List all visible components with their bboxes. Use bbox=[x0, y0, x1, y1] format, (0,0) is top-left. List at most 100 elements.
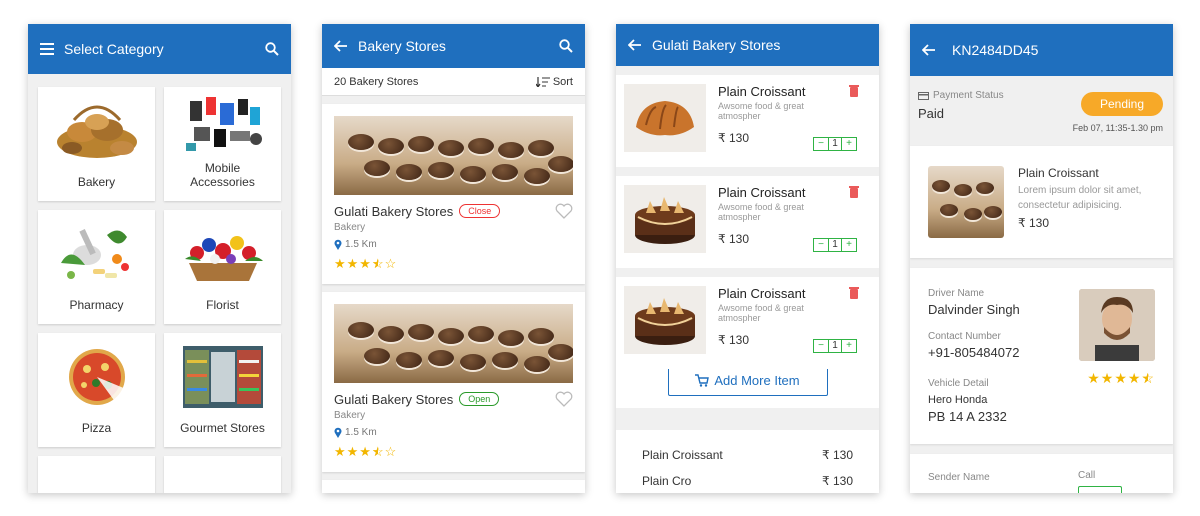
star-rating: ★★★☆★☆ bbox=[334, 256, 398, 271]
product-image bbox=[928, 166, 1004, 238]
mobile-accessories-image bbox=[164, 87, 281, 161]
store-count: 20 Bakery Stores bbox=[334, 75, 419, 88]
cart-item: Plain Croissant Awsome food & great atmo… bbox=[616, 277, 879, 369]
product-desc: Awsome food & great atmospher bbox=[718, 101, 804, 121]
status-badge: Pending bbox=[1081, 92, 1163, 116]
product-name: Plain Croissant bbox=[1018, 166, 1099, 180]
category-partial-1[interactable] bbox=[38, 456, 155, 493]
add-more-item-button[interactable]: Add More Item bbox=[667, 365, 828, 396]
product-image bbox=[624, 286, 706, 354]
sort-icon bbox=[535, 76, 550, 87]
status-badge: Close bbox=[459, 204, 501, 218]
cart-item: Plain Croissant Awsome food & great atmo… bbox=[616, 75, 879, 167]
quantity-stepper: − 1 + bbox=[813, 137, 857, 151]
pharmacy-image bbox=[38, 210, 155, 298]
category-pizza[interactable]: Pizza bbox=[38, 333, 155, 447]
category-partial-2[interactable] bbox=[164, 456, 281, 493]
page-title: Select Category bbox=[64, 41, 164, 57]
category-bakery[interactable]: Bakery bbox=[38, 87, 155, 201]
decrease-button[interactable]: − bbox=[814, 340, 828, 352]
back-arrow-icon[interactable] bbox=[628, 39, 642, 51]
summary-item-name: Plain Cro bbox=[642, 474, 692, 488]
trash-icon[interactable] bbox=[849, 186, 859, 198]
quantity-value: 1 bbox=[828, 239, 842, 251]
cart-add-icon bbox=[695, 374, 710, 387]
quantity-value: 1 bbox=[828, 138, 842, 150]
bakery-image bbox=[38, 87, 155, 175]
category-grid: Bakery Mobile Accessories Pharmacy Flori… bbox=[28, 74, 291, 493]
product-price: ₹ 130 bbox=[1018, 216, 1049, 230]
summary-item-name: Plain Croissant bbox=[642, 448, 723, 462]
florist-image bbox=[164, 210, 281, 298]
driver-card: Driver Name Dalvinder Singh Contact Numb… bbox=[910, 268, 1173, 444]
increase-button[interactable]: + bbox=[842, 340, 856, 352]
increase-button[interactable]: + bbox=[842, 138, 856, 150]
heart-icon[interactable] bbox=[555, 203, 573, 219]
cart-item: Plain Croissant Awsome food & great atmo… bbox=[616, 176, 879, 268]
category-label: Gourmet Stores bbox=[180, 421, 265, 435]
store-card-partial[interactable] bbox=[322, 480, 585, 493]
product-desc: Lorem ipsum dolor sit amet, consectetur … bbox=[1018, 185, 1142, 211]
product-card: Plain Croissant Lorem ipsum dolor sit am… bbox=[910, 146, 1173, 258]
driver-avatar bbox=[1079, 289, 1155, 361]
category-label: Bakery bbox=[77, 175, 116, 189]
call-label: Call bbox=[1078, 470, 1096, 481]
store-banner-image bbox=[334, 116, 573, 195]
order-datetime: Feb 07, 11:35-1.30 pm bbox=[1072, 123, 1163, 133]
store-distance-row: 1.5 Km bbox=[334, 239, 573, 250]
product-desc: Awsome food & great atmospher bbox=[718, 303, 804, 323]
category-pharmacy[interactable]: Pharmacy bbox=[38, 210, 155, 324]
status-badge: Open bbox=[459, 392, 500, 406]
back-arrow-icon[interactable] bbox=[922, 44, 936, 56]
gourmet-stores-image bbox=[164, 333, 281, 421]
category-mobile-accessories[interactable]: Mobile Accessories bbox=[164, 87, 281, 201]
app-bar: Select Category bbox=[28, 24, 291, 74]
driver-rating: ★★★★☆★ bbox=[1087, 370, 1155, 386]
sender-card: Sender Name Call bbox=[910, 454, 1173, 493]
category-florist[interactable]: Florist bbox=[164, 210, 281, 324]
summary-item-price: ₹ 130 bbox=[822, 448, 853, 462]
heart-icon[interactable] bbox=[555, 391, 573, 407]
add-more-item-label: Add More Item bbox=[714, 373, 800, 388]
summary-item-price: ₹ 130 bbox=[822, 474, 853, 488]
category-label: Florist bbox=[206, 298, 239, 312]
store-card[interactable]: Gulati Bakery Stores Open Bakery 1.5 Km … bbox=[322, 292, 585, 472]
menu-icon[interactable] bbox=[40, 43, 54, 55]
product-image bbox=[624, 84, 706, 152]
pizza-image bbox=[38, 333, 155, 421]
increase-button[interactable]: + bbox=[842, 239, 856, 251]
store-distance: 1.5 Km bbox=[345, 427, 377, 438]
store-category: Bakery bbox=[334, 222, 366, 233]
store-title-row: Gulati Bakery Stores Open bbox=[334, 391, 573, 407]
vehicle-plate: PB 14 A 2332 bbox=[928, 409, 1007, 424]
decrease-button[interactable]: − bbox=[814, 138, 828, 150]
card-icon bbox=[918, 91, 929, 100]
quantity-stepper: − 1 + bbox=[813, 238, 857, 252]
category-label: Mobile Accessories bbox=[190, 161, 255, 189]
store-banner-image bbox=[334, 304, 573, 383]
payment-status-label: Payment Status bbox=[933, 90, 1004, 101]
search-icon[interactable] bbox=[265, 42, 279, 56]
sender-name-label: Sender Name bbox=[928, 472, 990, 483]
screen-cart: Gulati Bakery Stores Plain Croissant Aws… bbox=[616, 24, 879, 493]
search-icon[interactable] bbox=[559, 39, 573, 53]
product-image bbox=[624, 185, 706, 253]
product-desc: Awsome food & great atmospher bbox=[718, 202, 804, 222]
location-pin-icon bbox=[334, 427, 342, 438]
call-button[interactable] bbox=[1078, 486, 1122, 493]
trash-icon[interactable] bbox=[849, 287, 859, 299]
page-title: Gulati Bakery Stores bbox=[652, 37, 781, 53]
screen-select-category: Select Category Bakery Mobile Accessorie… bbox=[28, 24, 291, 493]
decrease-button[interactable]: − bbox=[814, 239, 828, 251]
back-arrow-icon[interactable] bbox=[334, 40, 348, 52]
sort-button[interactable]: Sort bbox=[535, 75, 573, 88]
trash-icon[interactable] bbox=[849, 85, 859, 97]
store-category: Bakery bbox=[334, 410, 366, 421]
summary-row: Plain Croissant ₹ 130 bbox=[642, 448, 853, 462]
sort-label: Sort bbox=[552, 75, 573, 88]
app-bar: Gulati Bakery Stores bbox=[616, 24, 879, 66]
store-card[interactable]: Gulati Bakery Stores Close Bakery 1.5 Km… bbox=[322, 104, 585, 284]
quantity-stepper: − 1 + bbox=[813, 339, 857, 353]
store-distance: 1.5 Km bbox=[345, 239, 377, 250]
category-gourmet-stores[interactable]: Gourmet Stores bbox=[164, 333, 281, 447]
